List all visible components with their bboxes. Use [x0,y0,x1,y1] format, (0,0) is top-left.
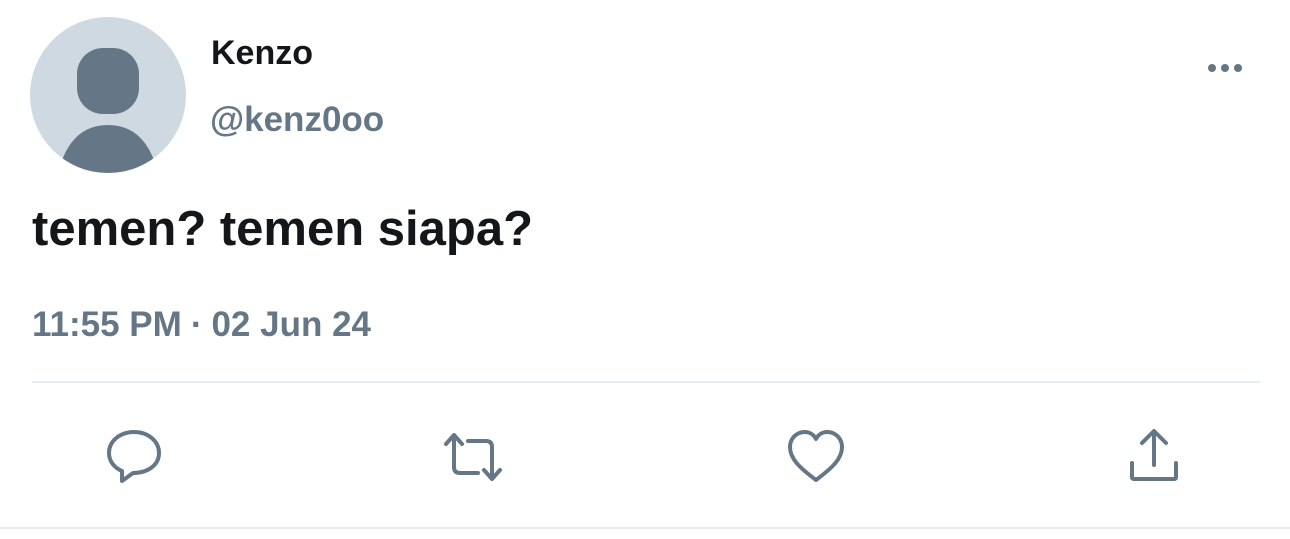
more-horizontal-icon [1208,64,1242,72]
avatar[interactable] [30,17,186,173]
user-handle[interactable]: @kenz0oo [210,99,384,141]
share-upload-icon [1130,429,1178,481]
timestamp-separator: · [190,305,203,344]
retweet-arrows-icon [444,433,502,481]
display-name[interactable]: Kenzo [211,33,313,73]
reply-button[interactable] [104,427,164,487]
tweet-bottom-border [0,527,1290,529]
like-button[interactable] [786,427,846,487]
tweet-date: 02 Jun 24 [211,305,372,344]
reply-bubble-icon [107,430,161,483]
actions-divider [32,381,1260,383]
share-button[interactable] [1124,427,1184,487]
default-profile-icon [58,48,158,173]
retweet-button[interactable] [443,427,503,487]
tweet-time: 11:55 PM [32,305,182,344]
tweet-card: Kenzo @kenz0oo temen? temen siapa? 11:55… [0,0,1290,539]
heart-icon [788,430,844,482]
tweet-timestamp[interactable]: 11:55 PM · 02 Jun 24 [32,302,371,348]
more-options-button[interactable] [1203,55,1247,81]
tweet-text: temen? temen siapa? [32,202,534,256]
